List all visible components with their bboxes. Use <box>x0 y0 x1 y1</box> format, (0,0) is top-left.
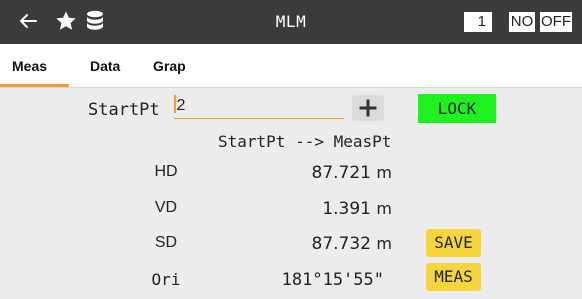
no-toggle[interactable]: NO <box>509 12 535 32</box>
vd-label: VD <box>154 199 178 216</box>
add-button[interactable] <box>352 95 384 121</box>
save-button[interactable]: SAVE <box>426 229 481 257</box>
meas-button[interactable]: MEAS <box>426 263 481 291</box>
app-title: MLM <box>275 12 307 31</box>
title-bar: MLM 1 NO OFF <box>0 0 582 44</box>
lock-button[interactable]: LOCK <box>418 94 496 123</box>
tab-grap[interactable]: Grap <box>153 58 186 74</box>
tab-data[interactable]: Data <box>90 58 120 74</box>
sd-unit: m <box>376 234 392 253</box>
tab-bar: Meas Data Grap <box>0 44 582 88</box>
vd-unit: m <box>376 199 392 218</box>
vd-value: 1.391 m <box>322 199 392 219</box>
tab-meas[interactable]: Meas <box>12 58 47 74</box>
hd-unit: m <box>376 163 392 182</box>
count-indicator[interactable]: 1 <box>464 12 492 32</box>
text-cursor <box>174 95 176 113</box>
start-point-input[interactable]: 2 <box>174 95 344 119</box>
ori-value: 181°15'55" <box>281 270 384 290</box>
ori-label: Ori <box>151 270 181 289</box>
off-toggle[interactable]: OFF <box>540 12 572 32</box>
plus-icon <box>359 99 377 117</box>
measurement-header: StartPt --> MeasPt <box>218 132 392 151</box>
start-point-value: 2 <box>176 97 186 114</box>
hd-value: 87.721 m <box>312 163 392 183</box>
sd-label: SD <box>154 234 178 251</box>
vd-number: 1.391 <box>322 199 371 219</box>
hd-number: 87.721 <box>311 163 371 183</box>
start-point-label: StartPt <box>88 100 160 120</box>
active-tab-indicator <box>0 84 69 87</box>
sd-number: 87.732 <box>311 234 371 254</box>
sd-value: 87.732 m <box>312 234 392 254</box>
hd-label: HD <box>154 163 178 180</box>
